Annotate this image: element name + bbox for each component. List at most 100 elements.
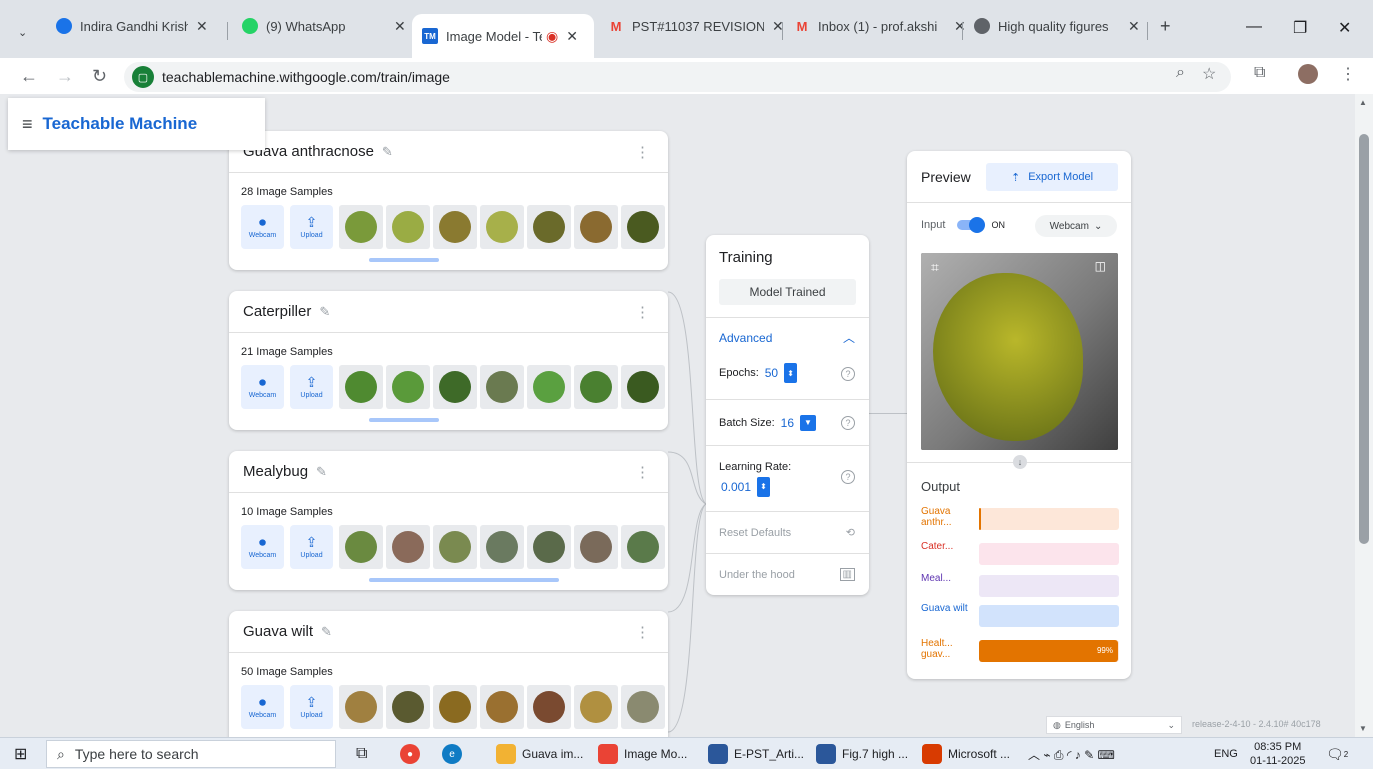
more-options-icon[interactable]: ⋮ [635,143,650,161]
system-tray-icons[interactable]: ︿ ⌁ ⎙ ◜ ♪ ✎ ⌨ [1028,743,1115,765]
minimize-icon[interactable]: — [1246,18,1262,36]
taskbar-search[interactable]: ⌕ Type here to search [46,740,336,768]
export-model-button[interactable]: ⇡ Export Model [986,163,1118,191]
taskbar-app[interactable]: Fig.7 high ... [816,743,908,765]
more-options-icon[interactable]: ⋮ [635,623,650,641]
sample-thumbnail[interactable] [386,365,430,409]
learning-rate-input[interactable]: 0.001 [721,480,751,494]
sample-thumbnail[interactable] [433,525,477,569]
sample-thumbnail[interactable] [621,525,665,569]
taskbar-app[interactable]: Image Mo... [598,743,687,765]
site-info-icon[interactable]: ▢ [132,66,154,88]
input-language[interactable]: ENG [1214,743,1238,765]
scroll-up-icon[interactable]: ▲ [1359,98,1367,107]
upload-button[interactable]: ⇪ Upload [290,525,333,569]
browser-tab[interactable]: M Inbox (1) - prof.akshi ✕ [784,8,976,44]
sample-thumbnail[interactable] [574,205,618,249]
chrome-icon[interactable]: ● [400,743,426,765]
profile-avatar[interactable] [1298,64,1318,84]
sample-thumbnail[interactable] [574,685,618,729]
tab-search-button[interactable]: ⌄ [8,14,38,50]
new-tab-button[interactable]: + [1150,8,1181,44]
pencil-icon[interactable]: ✎ [321,624,332,640]
flip-camera-icon[interactable]: ◫ [1095,259,1106,273]
horizontal-scrollbar[interactable] [369,578,559,582]
sample-thumbnail[interactable] [527,685,571,729]
scroll-thumb[interactable] [1359,134,1369,544]
sample-thumbnail[interactable] [386,525,430,569]
bookmark-star-icon[interactable]: ☆ [1202,64,1216,84]
pencil-icon[interactable]: ✎ [319,304,330,320]
upload-button[interactable]: ⇪ Upload [290,205,333,249]
close-icon[interactable]: ✕ [196,18,208,35]
sample-thumbnail[interactable] [621,205,665,249]
sample-thumbnail[interactable] [433,365,477,409]
sample-thumbnail[interactable] [574,525,618,569]
sample-thumbnail[interactable] [386,685,430,729]
sample-thumbnail[interactable] [480,685,524,729]
sample-thumbnail[interactable] [339,685,383,729]
upload-button[interactable]: ⇪ Upload [290,685,333,729]
scroll-down-icon[interactable]: ▼ [1359,724,1367,733]
taskbar-app[interactable]: Microsoft ... [922,743,1010,765]
sample-thumbnail[interactable] [480,365,524,409]
browser-tab[interactable]: (9) WhatsApp ✕ [232,8,416,44]
input-toggle[interactable] [957,217,986,233]
sample-thumbnail[interactable] [386,205,430,249]
notification-icon[interactable]: 🗨 2 [1326,743,1348,765]
advanced-toggle[interactable]: Advanced ︿ [706,317,869,357]
language-select[interactable]: ◍ English ⌄ [1046,716,1182,734]
forward-arrow-icon[interactable]: → [56,66,74,87]
sample-thumbnail[interactable] [527,205,571,249]
address-bar[interactable]: ▢ teachablemachine.withgoogle.com/train/… [124,62,1231,92]
extensions-icon[interactable]: ⧉ [1254,64,1265,82]
taskbar-app[interactable]: Guava im... [496,743,583,765]
help-icon[interactable]: ? [841,470,855,484]
under-the-hood-button[interactable]: Under the hood ▥ [706,553,869,595]
stepper-icon[interactable]: ⬍ [757,476,771,497]
zoom-icon[interactable]: ⌕ [1176,64,1185,82]
train-model-button[interactable]: Model Trained [719,279,856,305]
stepper-icon[interactable]: ⬍ [784,363,798,383]
sample-thumbnail[interactable] [480,525,524,569]
horizontal-scrollbar[interactable] [369,418,439,422]
browser-tab[interactable]: Indira Gandhi Krishi V ✕ [46,8,218,44]
close-icon[interactable]: ✕ [394,18,406,35]
back-arrow-icon[interactable]: ← [20,66,38,87]
reload-icon[interactable]: ↻ [92,66,107,87]
help-icon[interactable]: ? [841,367,855,381]
pencil-icon[interactable]: ✎ [382,144,393,160]
taskbar-clock[interactable]: 08:35 PM 01-11-2025 [1250,740,1305,768]
browser-tab-active[interactable]: TM Image Model - Te ◉ ✕ [412,14,594,58]
hamburger-menu-icon[interactable]: ≡ [22,114,33,135]
reset-defaults-button[interactable]: Reset Defaults ⟲ [706,511,869,553]
restore-icon[interactable]: ❐ [1293,18,1307,38]
close-icon[interactable]: ✕ [1128,18,1140,35]
dropdown-arrow-icon[interactable]: ▼ [800,414,816,431]
sample-thumbnail[interactable] [621,365,665,409]
more-options-icon[interactable]: ⋮ [635,463,650,481]
class-name[interactable]: Mealybug [243,463,308,480]
sample-thumbnail[interactable] [433,205,477,249]
batch-size-select[interactable]: 16 [781,416,794,430]
sample-thumbnail[interactable] [433,685,477,729]
window-close-icon[interactable]: ✕ [1338,18,1351,38]
more-menu-icon[interactable]: ⋮ [1340,64,1356,84]
windows-start-icon[interactable]: ⊞ [14,744,27,764]
taskbar-app[interactable]: E-PST_Arti... [708,743,804,765]
crop-icon[interactable]: ⌗ [931,259,939,276]
webcam-select[interactable]: Webcam ⌄ [1035,215,1117,237]
sample-thumbnail[interactable] [527,365,571,409]
close-icon[interactable]: ✕ [566,28,578,45]
webcam-button[interactable]: ⏺ Webcam [241,525,284,569]
edge-icon[interactable]: e [442,743,468,765]
sample-thumbnail[interactable] [339,525,383,569]
more-options-icon[interactable]: ⋮ [635,303,650,321]
help-icon[interactable]: ? [841,415,855,430]
browser-tab[interactable]: High quality figures ✕ [964,8,1150,44]
task-view-icon[interactable]: ⧉ [356,743,367,765]
sample-thumbnail[interactable] [480,205,524,249]
sample-thumbnail[interactable] [574,365,618,409]
sample-thumbnail[interactable] [621,685,665,729]
sample-thumbnail[interactable] [527,525,571,569]
